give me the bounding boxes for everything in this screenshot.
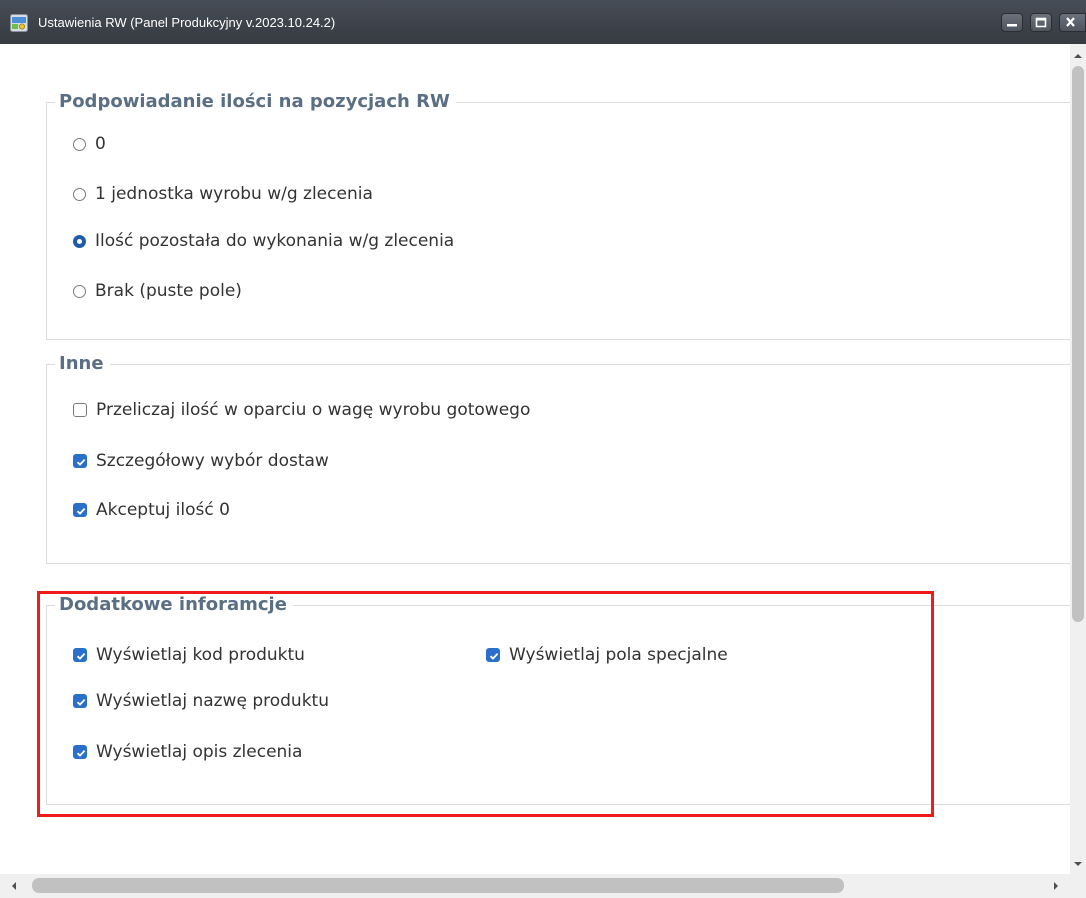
horizontal-scrollbar[interactable] [0, 874, 1070, 898]
settings-content: Podpowiadanie ilości na pozycjach RW 0 1… [0, 44, 1070, 874]
app-settings-icon [10, 14, 28, 32]
checkmark-icon [76, 749, 86, 757]
group-quantity-hint: Podpowiadanie ilości na pozycjach RW [46, 89, 1070, 340]
checkbox-checked[interactable] [73, 694, 87, 708]
checkbox-checked[interactable] [73, 503, 87, 517]
horizontal-scrollbar-thumb[interactable] [32, 878, 844, 893]
checkmark-icon [489, 652, 499, 660]
checkbox-label: Wyświetlaj opis zlecenia [96, 742, 303, 762]
vertical-scrollbar[interactable] [1070, 44, 1086, 874]
radio-button[interactable] [73, 137, 86, 151]
checkmark-icon [76, 458, 86, 466]
checkbox-checked[interactable] [73, 648, 87, 662]
radio-option-remaining[interactable]: Ilość pozostała do wykonania w/g zleceni… [73, 229, 454, 253]
checkbox-label: Przeliczaj ilość w oparciu o wagę wyrobu… [96, 400, 531, 420]
checkbox-show-order-description[interactable]: Wyświetlaj opis zlecenia [73, 740, 302, 764]
checkbox-checked[interactable] [486, 648, 500, 662]
minimize-button[interactable] [1001, 13, 1023, 32]
title-bar[interactable]: Ustawienia RW (Panel Produkcyjny v.2023.… [0, 0, 1086, 44]
checkbox-recalculate-weight[interactable]: Przeliczaj ilość w oparciu o wagę wyrobu… [73, 398, 530, 422]
checkbox-show-special-fields[interactable]: Wyświetlaj pola specjalne [486, 643, 728, 667]
maximize-button[interactable] [1030, 13, 1052, 32]
checkbox-label: Wyświetlaj kod produktu [96, 645, 305, 665]
scroll-down-arrow-icon[interactable] [1073, 860, 1083, 868]
checkbox[interactable] [73, 403, 87, 417]
checkmark-icon [76, 698, 86, 706]
radio-label: Brak (puste pole) [95, 281, 242, 301]
radio-label: Ilość pozostała do wykonania w/g zleceni… [95, 231, 455, 251]
scrollbar-corner [1070, 874, 1086, 898]
group-legend: Podpowiadanie ilości na pozycjach RW [55, 89, 456, 115]
checkmark-icon [76, 507, 86, 515]
radio-label: 0 [95, 134, 106, 154]
radio-label: 1 jednostka wyrobu w/g zlecenia [95, 184, 373, 204]
radio-button-selected[interactable] [73, 234, 86, 248]
radio-button[interactable] [73, 187, 86, 201]
vertical-scrollbar-thumb[interactable] [1072, 66, 1084, 622]
group-legend: Dodatkowe inforamcje [55, 592, 293, 618]
window-title: Ustawienia RW (Panel Produkcyjny v.2023.… [38, 15, 336, 30]
checkbox-show-product-code[interactable]: Wyświetlaj kod produktu [73, 643, 305, 667]
radio-option-one-unit[interactable]: 1 jednostka wyrobu w/g zlecenia [73, 182, 373, 206]
checkbox-show-product-name[interactable]: Wyświetlaj nazwę produktu [73, 689, 329, 713]
radio-option-zero[interactable]: 0 [73, 132, 106, 156]
scroll-right-arrow-icon[interactable] [1052, 881, 1060, 891]
checkbox-label: Wyświetlaj nazwę produktu [96, 691, 329, 711]
close-button[interactable] [1059, 13, 1086, 32]
checkbox-label: Wyświetlaj pola specjalne [509, 645, 728, 665]
maximize-icon [1035, 17, 1047, 28]
radio-button[interactable] [73, 284, 86, 298]
minimize-icon [1007, 24, 1017, 27]
checkbox-checked[interactable] [73, 745, 87, 759]
checkbox-label: Szczegółowy wybór dostaw [96, 451, 329, 471]
checkbox-checked[interactable] [73, 454, 87, 468]
checkbox-accept-zero[interactable]: Akceptuj ilość 0 [73, 498, 230, 522]
checkbox-detailed-delivery[interactable]: Szczegółowy wybór dostaw [73, 449, 329, 473]
scroll-left-arrow-icon[interactable] [10, 881, 18, 891]
radio-option-empty[interactable]: Brak (puste pole) [73, 279, 242, 303]
scroll-up-arrow-icon[interactable] [1073, 52, 1083, 60]
checkmark-icon [76, 652, 86, 660]
close-icon [1066, 17, 1075, 27]
group-legend: Inne [55, 351, 110, 377]
checkbox-label: Akceptuj ilość 0 [96, 500, 230, 520]
